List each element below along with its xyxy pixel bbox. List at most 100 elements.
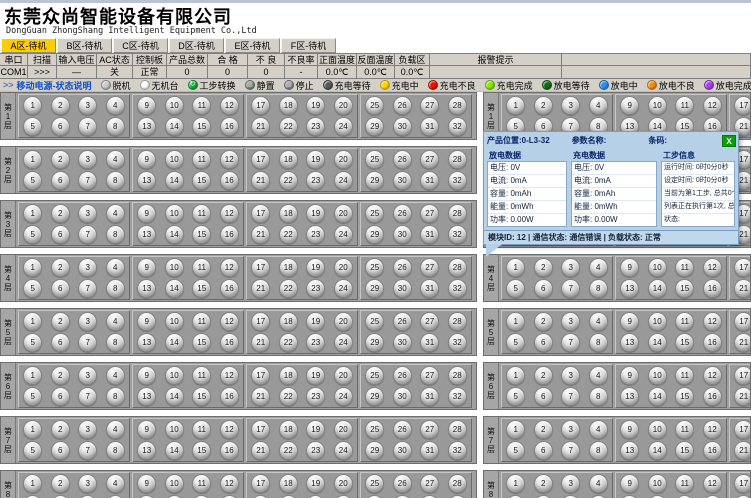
cell-button[interactable]: 15 bbox=[192, 279, 211, 298]
cell-button[interactable]: 4 bbox=[106, 474, 125, 493]
cell-button[interactable]: 17 bbox=[734, 420, 751, 439]
cell-button[interactable]: 20 bbox=[334, 420, 353, 439]
cell-button[interactable]: 2 bbox=[51, 96, 70, 115]
cell-button[interactable]: 11 bbox=[675, 420, 694, 439]
cell-button[interactable]: 8 bbox=[589, 333, 608, 352]
cell-button[interactable]: 2 bbox=[51, 312, 70, 331]
cell-button[interactable]: 10 bbox=[165, 474, 184, 493]
cell-button[interactable]: 6 bbox=[51, 333, 70, 352]
cell-button[interactable]: 7 bbox=[561, 441, 580, 460]
cell-button[interactable]: 31 bbox=[420, 441, 439, 460]
cell-button[interactable]: 12 bbox=[220, 204, 239, 223]
cell-button[interactable]: 10 bbox=[165, 204, 184, 223]
cell-button[interactable]: 11 bbox=[192, 366, 211, 385]
cell-button[interactable]: 18 bbox=[279, 204, 298, 223]
cell-button[interactable]: 26 bbox=[393, 96, 412, 115]
cell-button[interactable]: 15 bbox=[192, 171, 211, 190]
cell-button[interactable]: 14 bbox=[648, 387, 667, 406]
cell-button[interactable]: 14 bbox=[165, 279, 184, 298]
cell-button[interactable]: 10 bbox=[165, 420, 184, 439]
cell-button[interactable]: 16 bbox=[703, 279, 722, 298]
cell-button[interactable]: 26 bbox=[393, 150, 412, 169]
cell-button[interactable]: 3 bbox=[78, 96, 97, 115]
cell-button[interactable]: 8 bbox=[106, 441, 125, 460]
cell-button[interactable]: 9 bbox=[620, 258, 639, 277]
cell-button[interactable]: 5 bbox=[23, 441, 42, 460]
cell-button[interactable]: 29 bbox=[365, 225, 384, 244]
cell-button[interactable]: 16 bbox=[703, 387, 722, 406]
cell-button[interactable]: 17 bbox=[251, 204, 270, 223]
cell-button[interactable]: 1 bbox=[23, 366, 42, 385]
cell-button[interactable]: 18 bbox=[279, 150, 298, 169]
cell-button[interactable]: 9 bbox=[620, 474, 639, 493]
cell-button[interactable]: 11 bbox=[192, 312, 211, 331]
cell-button[interactable]: 29 bbox=[365, 171, 384, 190]
cell-button[interactable]: 10 bbox=[165, 258, 184, 277]
cell-button[interactable]: 4 bbox=[589, 420, 608, 439]
cell-button[interactable]: 4 bbox=[106, 420, 125, 439]
cell-button[interactable]: 1 bbox=[506, 258, 525, 277]
cell-button[interactable]: 12 bbox=[220, 366, 239, 385]
cell-button[interactable]: 21 bbox=[251, 387, 270, 406]
cell-button[interactable]: 17 bbox=[734, 312, 751, 331]
cell-button[interactable]: 16 bbox=[703, 441, 722, 460]
cell-button[interactable]: 15 bbox=[192, 441, 211, 460]
cell-button[interactable]: 23 bbox=[306, 171, 325, 190]
cell-button[interactable]: 2 bbox=[51, 258, 70, 277]
cell-button[interactable]: 13 bbox=[620, 441, 639, 460]
cell-button[interactable]: 6 bbox=[51, 117, 70, 136]
cell-button[interactable]: 4 bbox=[106, 96, 125, 115]
cell-button[interactable]: 14 bbox=[165, 225, 184, 244]
cell-button[interactable]: 5 bbox=[23, 333, 42, 352]
cell-button[interactable]: 1 bbox=[23, 258, 42, 277]
cell-button[interactable]: 23 bbox=[306, 333, 325, 352]
tab-zone-0[interactable]: A区-待机 bbox=[1, 38, 56, 53]
cell-button[interactable]: 22 bbox=[279, 171, 298, 190]
cell-button[interactable]: 7 bbox=[561, 387, 580, 406]
cell-button[interactable]: 25 bbox=[365, 96, 384, 115]
cell-button[interactable]: 10 bbox=[648, 474, 667, 493]
cell-button[interactable]: 21 bbox=[251, 441, 270, 460]
cell-button[interactable]: 17 bbox=[251, 258, 270, 277]
cell-button[interactable]: 30 bbox=[393, 279, 412, 298]
cell-button[interactable]: 32 bbox=[448, 279, 467, 298]
cell-button[interactable]: 9 bbox=[137, 420, 156, 439]
cell-button[interactable]: 16 bbox=[220, 117, 239, 136]
cell-button[interactable]: 12 bbox=[220, 96, 239, 115]
cell-button[interactable]: 29 bbox=[365, 387, 384, 406]
cell-button[interactable]: 8 bbox=[589, 387, 608, 406]
cell-button[interactable]: 4 bbox=[589, 366, 608, 385]
cell-button[interactable]: 22 bbox=[279, 387, 298, 406]
cell-button[interactable]: 27 bbox=[420, 150, 439, 169]
cell-button[interactable]: 32 bbox=[448, 441, 467, 460]
cell-button[interactable]: 9 bbox=[137, 150, 156, 169]
cell-button[interactable]: 12 bbox=[220, 474, 239, 493]
cell-button[interactable]: 12 bbox=[703, 420, 722, 439]
cell-button[interactable]: 10 bbox=[165, 312, 184, 331]
cell-button[interactable]: 5 bbox=[23, 171, 42, 190]
cell-button[interactable]: 2 bbox=[51, 420, 70, 439]
cell-button[interactable]: 16 bbox=[220, 225, 239, 244]
cell-button[interactable]: 12 bbox=[703, 474, 722, 493]
cell-button[interactable]: 8 bbox=[106, 279, 125, 298]
cell-button[interactable]: 27 bbox=[420, 204, 439, 223]
cell-button[interactable]: 25 bbox=[365, 420, 384, 439]
cell-button[interactable]: 12 bbox=[703, 312, 722, 331]
cell-button[interactable]: 22 bbox=[279, 225, 298, 244]
cell-button[interactable]: 7 bbox=[78, 117, 97, 136]
cell-button[interactable]: 29 bbox=[365, 279, 384, 298]
cell-button[interactable]: 21 bbox=[251, 117, 270, 136]
tab-zone-5[interactable]: F区-待机 bbox=[281, 38, 336, 53]
cell-button[interactable]: 2 bbox=[51, 150, 70, 169]
cell-button[interactable]: 11 bbox=[675, 258, 694, 277]
cell-button[interactable]: 12 bbox=[220, 150, 239, 169]
cell-button[interactable]: 29 bbox=[365, 441, 384, 460]
cell-button[interactable]: 25 bbox=[365, 366, 384, 385]
cell-button[interactable]: 1 bbox=[506, 96, 525, 115]
cell-button[interactable]: 32 bbox=[448, 171, 467, 190]
cell-button[interactable]: 3 bbox=[78, 420, 97, 439]
cell-button[interactable]: 21 bbox=[251, 333, 270, 352]
cell-button[interactable]: 23 bbox=[306, 117, 325, 136]
cell-button[interactable]: 17 bbox=[734, 96, 751, 115]
cell-button[interactable]: 18 bbox=[279, 96, 298, 115]
